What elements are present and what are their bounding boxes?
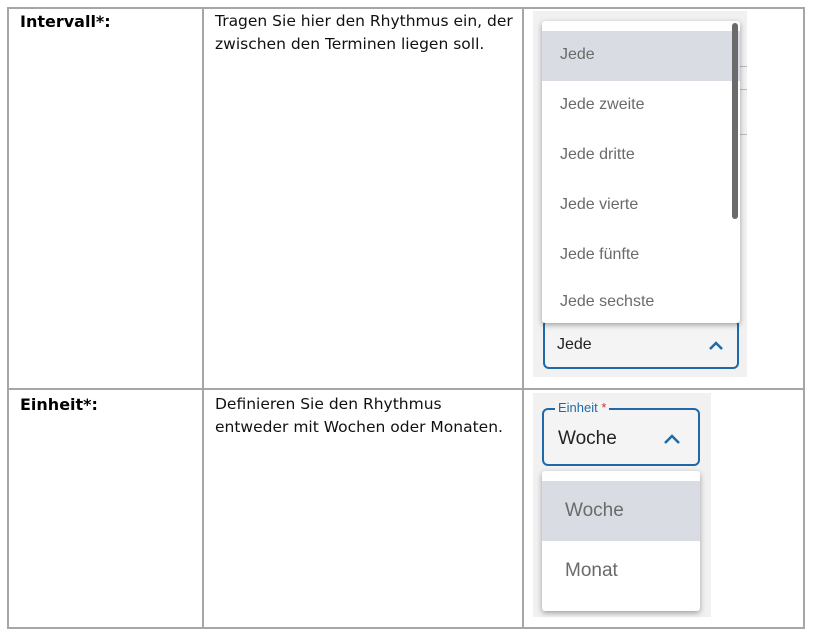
table-border-bottom (7, 627, 805, 629)
intervall-options-list[interactable]: Jede Jede zweite Jede dritte Jede vierte… (542, 21, 740, 323)
table-row-divider (7, 388, 805, 390)
intervall-screenshot: Jede Jede Jede zweite Jede dritte Jede v… (533, 11, 747, 377)
option-jede-fuenfte[interactable]: Jede fünfte (542, 231, 740, 281)
field-name-intervall: Intervall*: (20, 12, 111, 31)
chevron-up-icon[interactable] (663, 432, 681, 445)
option-label: Jede fünfte (560, 246, 640, 263)
option-label: Monat (565, 560, 618, 581)
option-jede-zweite[interactable]: Jede zweite (542, 81, 740, 131)
field-label-text: Einheit (558, 400, 598, 415)
option-jede-sechste[interactable]: Jede sechste (542, 281, 740, 323)
option-label: Woche (565, 500, 624, 521)
einheit-select[interactable]: Woche (542, 408, 700, 466)
table-border-top (7, 7, 805, 9)
option-monat[interactable]: Monat (542, 541, 700, 601)
option-label: Jede zweite (560, 96, 645, 113)
option-label: Jede sechste (560, 293, 655, 310)
scrollbar-thumb[interactable] (732, 23, 738, 219)
einheit-screenshot: Woche Einheit * Woche Monat (533, 393, 711, 617)
option-jede-vierte[interactable]: Jede vierte (542, 181, 740, 231)
table-column-divider (522, 7, 524, 629)
required-mark: * (601, 400, 607, 415)
description-line: entweder mit Wochen oder Monaten. (215, 418, 503, 436)
option-woche[interactable]: Woche (542, 481, 700, 541)
einheit-field-label: Einheit * (555, 400, 610, 415)
field-name-einheit: Einheit*: (20, 395, 98, 414)
chevron-up-icon[interactable] (708, 339, 724, 351)
description-line: Tragen Sie hier den Rhythmus ein, der (215, 12, 513, 30)
intervall-select[interactable]: Jede (543, 319, 739, 369)
option-label: Jede vierte (560, 196, 639, 213)
intervall-select-value: Jede (557, 336, 592, 353)
description-line: Definieren Sie den Rhythmus (215, 395, 442, 413)
option-label: Jede dritte (560, 146, 635, 163)
description-line: zwischen den Terminen liegen soll. (215, 35, 485, 53)
table-border-right (803, 7, 805, 629)
table-column-divider (202, 7, 204, 629)
option-jede[interactable]: Jede (542, 31, 740, 81)
option-jede-dritte[interactable]: Jede dritte (542, 131, 740, 181)
option-label: Jede (560, 46, 595, 63)
einheit-options-list[interactable]: Woche Monat (542, 471, 700, 611)
table-border-left (7, 7, 9, 629)
einheit-select-value: Woche (558, 428, 617, 449)
